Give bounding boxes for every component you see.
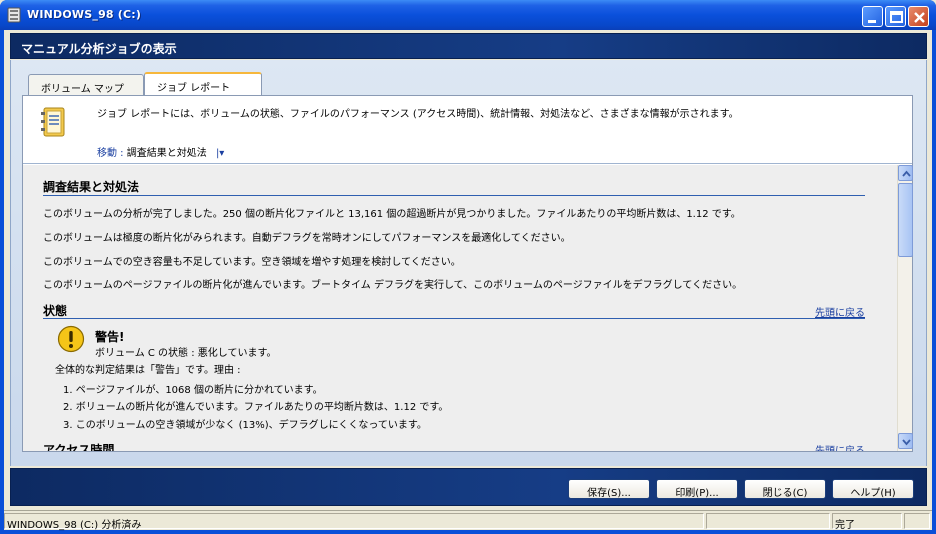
save-button[interactable]: 保存(S)... (568, 479, 650, 499)
status-bar: WINDOWS_98 (C:) 分析済み 完了 (4, 510, 932, 531)
status-empty-cell (706, 513, 830, 529)
dropdown-arrow-icon[interactable]: |▾ (216, 148, 224, 159)
findings-paragraph: このボリュームでの空き容量も不足しています。空き領域を増やす処理を検討してくださ… (43, 257, 461, 268)
findings-paragraph: このボリュームの分析が完了しました。250 個の断片化ファイルと 13,161 … (43, 209, 741, 220)
maximize-button[interactable] (885, 6, 906, 27)
notebook-icon (41, 107, 65, 137)
warning-subtitle: ボリューム C の状態 : 悪化しています。 (95, 348, 277, 359)
page-title: マニュアル分析ジョブの表示 (21, 42, 177, 56)
findings-paragraph: このボリュームは極度の断片化がみられます。自動デフラグを常時オンにしてパフォーマ… (43, 233, 571, 244)
chevron-down-icon (902, 439, 911, 446)
reason-item: 1. ページファイルが、1068 個の断片に分かれています。 (63, 385, 323, 396)
resize-grip[interactable] (904, 513, 930, 529)
close-icon (914, 12, 925, 23)
section-rule (43, 195, 865, 196)
findings-paragraph: このボリュームのページファイルの断片化が進んでいます。ブートタイム デフラグを実… (43, 280, 743, 291)
status-text: WINDOWS_98 (C:) 分析済み (4, 513, 704, 531)
window-title: WINDOWS_98 (C:) (27, 8, 142, 21)
tab-volume-map[interactable]: ボリューム マップ (28, 74, 144, 95)
drive-icon (7, 7, 21, 23)
warning-title: 警告! (95, 330, 125, 344)
client-area: マニュアル分析ジョブの表示 ボリューム マップ ジョブ レポート ジョブ レポー… (4, 30, 932, 531)
chevron-up-icon (902, 170, 911, 177)
reason-item: 3. このボリュームの空き領域が少なく (13%)、デフラグしにくくなっています… (63, 420, 427, 431)
overall-verdict: 全体的な判定結果は「警告」です。理由 : (55, 365, 241, 376)
header-band: マニュアル分析ジョブの表示 (10, 33, 927, 59)
back-to-top-link[interactable]: 先頭に戻る (815, 442, 865, 451)
report-card: ジョブ レポートには、ボリュームの状態、ファイルのパフォーマンス (アクセス時間… (22, 95, 913, 452)
close-window-button[interactable] (908, 6, 929, 27)
info-description: ジョブ レポートには、ボリュームの状態、ファイルのパフォーマンス (アクセス時間… (97, 109, 739, 120)
tab-job-report[interactable]: ジョブ レポート (144, 72, 262, 96)
info-box: ジョブ レポートには、ボリュームの状態、ファイルのパフォーマンス (アクセス時間… (23, 96, 912, 164)
reason-item: 2. ボリュームの断片化が進んでいます。ファイルあたりの平均断片数は、1.12 … (63, 402, 449, 413)
warning-icon (57, 325, 85, 353)
print-button[interactable]: 印刷(P)... (656, 479, 738, 499)
application-window: WINDOWS_98 (C:) マニュアル分析ジョブの表示 ボリューム マップ … (0, 0, 936, 534)
goto-label: 移動 : (97, 148, 124, 159)
scroll-up-button[interactable] (898, 165, 913, 181)
section-rule (43, 318, 865, 319)
title-bar[interactable]: WINDOWS_98 (C:) (0, 0, 936, 30)
status-done: 完了 (832, 513, 902, 531)
goto-selector[interactable]: 移動 : 調査結果と対処法 |▾ (97, 144, 224, 159)
section-title-findings: 調査結果と対処法 (43, 180, 140, 194)
section-title-access: アクセス時間 (43, 443, 115, 451)
maximize-icon (890, 11, 903, 23)
back-to-top-link[interactable]: 先頭に戻る (815, 304, 865, 319)
minimize-button[interactable] (862, 6, 883, 27)
help-button[interactable]: ヘルプ(H) (832, 479, 914, 499)
scroll-down-button[interactable] (898, 433, 913, 449)
goto-value: 調査結果と対処法 (126, 148, 207, 159)
report-content[interactable]: 調査結果と対処法 このボリュームの分析が完了しました。250 個の断片化ファイル… (23, 165, 897, 451)
tab-label: ジョブ レポート (157, 83, 231, 94)
vertical-scrollbar[interactable] (897, 165, 913, 451)
minimize-icon (868, 20, 876, 23)
section-title-status: 状態 (43, 304, 68, 318)
footer-band: 保存(S)... 印刷(P)... 閉じる(C) ヘルプ(H) (10, 468, 927, 506)
tab-label: ボリューム マップ (41, 84, 124, 95)
close-button[interactable]: 閉じる(C) (744, 479, 826, 499)
scroll-thumb[interactable] (898, 183, 913, 257)
